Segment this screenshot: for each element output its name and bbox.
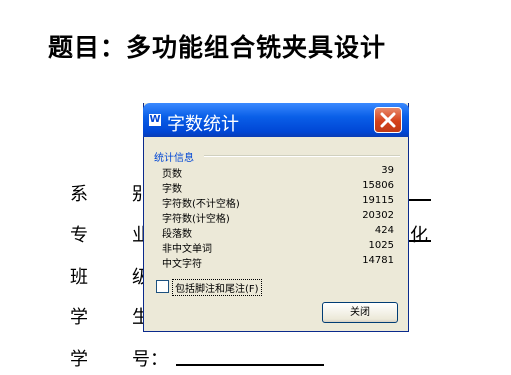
field-label-student-id: 学 — [70, 349, 88, 370]
field-value-major-tail: 化 — [410, 225, 428, 246]
include-footnotes-checkbox[interactable] — [156, 280, 169, 293]
stat-value: 15806 — [362, 180, 394, 191]
stat-row-chinese-chars: 中文字符 14781 — [162, 255, 394, 270]
stat-value: 20302 — [362, 210, 394, 221]
stat-value: 39 — [381, 165, 394, 176]
stat-row-pages: 页数 39 — [162, 165, 394, 180]
stat-name: 中文字符 — [162, 259, 202, 270]
stat-value: 14781 — [362, 255, 394, 266]
stat-name: 页数 — [162, 169, 182, 180]
stat-name: 字符数(计空格) — [162, 214, 230, 225]
group-divider — [204, 155, 400, 157]
field-label-department: 系 — [70, 184, 88, 205]
word-app-icon: W — [149, 114, 161, 126]
stat-value: 1025 — [368, 240, 394, 251]
dialog-title: 字数统计 — [167, 114, 239, 135]
stat-name: 字符数(不计空格) — [162, 199, 240, 210]
stat-value: 424 — [374, 225, 394, 236]
stat-name: 非中文单词 — [162, 244, 212, 255]
stat-row-non-chinese-words: 非中文单词 1025 — [162, 240, 394, 255]
underline-student-id — [176, 364, 324, 366]
include-footnotes-label[interactable]: 包括脚注和尾注(F) — [172, 279, 262, 296]
field-label-class: 班 — [70, 267, 88, 288]
field-value-student-id: 号： — [132, 349, 168, 370]
field-label-student: 学 — [70, 307, 88, 328]
stat-name: 字数 — [162, 184, 182, 195]
field-label-major: 专 — [70, 225, 88, 246]
stat-row-chars-with-spaces: 字符数(计空格) 20302 — [162, 210, 394, 225]
close-icon[interactable] — [374, 107, 402, 133]
word-count-dialog: W 字数统计 统计信息 页数 39 字数 15806 字符数(不计空格) 191… — [143, 103, 409, 332]
statistics-group-caption: 统计信息 — [154, 153, 194, 164]
stat-row-chars-no-spaces: 字符数(不计空格) 19115 — [162, 195, 394, 210]
underline-major — [409, 240, 431, 242]
dialog-titlebar[interactable]: W 字数统计 — [143, 103, 409, 137]
close-button[interactable]: 关闭 — [322, 302, 398, 323]
document-title: 题目：多功能组合铣夹具设计 — [48, 33, 387, 62]
stat-row-paragraphs: 段落数 424 — [162, 225, 394, 240]
close-x-icon — [380, 112, 396, 128]
stat-row-words: 字数 15806 — [162, 180, 394, 195]
stat-value: 19115 — [362, 195, 394, 206]
stat-name: 段落数 — [162, 229, 192, 240]
underline-department — [409, 199, 431, 201]
